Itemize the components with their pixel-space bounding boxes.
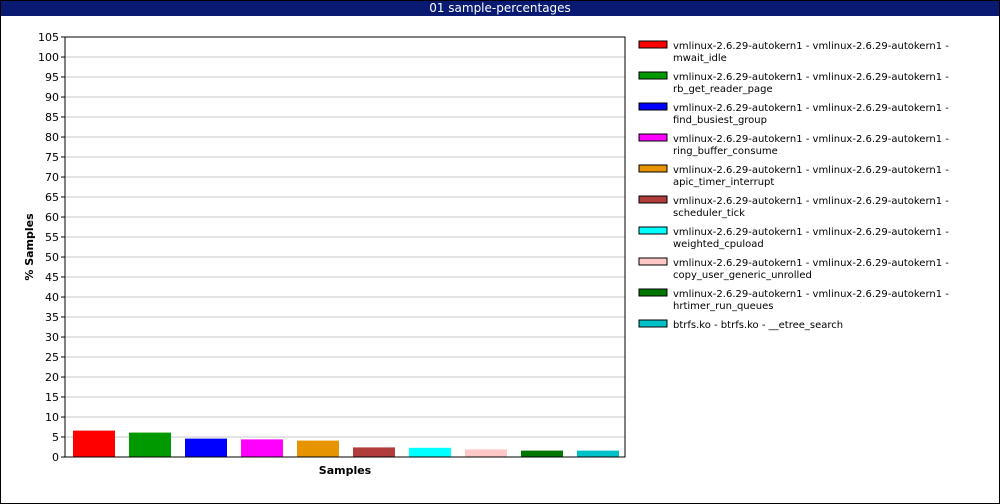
bar: vmlinux-2.6.29-autokern1 - vmlinux-2.6.2… xyxy=(353,447,395,457)
y-tick-label: 30 xyxy=(45,331,59,344)
legend-label: rb_get_reader_page xyxy=(673,84,773,95)
bar: vmlinux-2.6.29-autokern1 - vmlinux-2.6.2… xyxy=(297,440,339,457)
y-tick-label: 105 xyxy=(38,31,59,44)
y-tick-label: 20 xyxy=(45,371,59,384)
legend-swatch xyxy=(638,164,668,173)
legend-label: find_busiest_group xyxy=(673,115,767,126)
y-tick-label: 65 xyxy=(45,191,59,204)
y-tick-label: 50 xyxy=(45,251,59,264)
plot-area xyxy=(64,36,626,458)
chart-title: 01 sample-percentages xyxy=(1,1,999,16)
y-tick-label: 45 xyxy=(45,271,59,284)
y-tick-label: 5 xyxy=(52,431,59,444)
legend-swatch xyxy=(638,288,668,297)
y-tick-label: 35 xyxy=(45,311,59,324)
y-tick-label: 0 xyxy=(52,451,59,464)
legend-label: copy_user_generic_unrolled xyxy=(673,270,812,281)
x-axis-label: Samples xyxy=(319,464,372,477)
chart-window: 01 sample-percentages 0 5 10 15 20 25 30 35 40 45… xyxy=(0,0,1000,504)
y-axis-label: % Samples xyxy=(23,213,36,281)
legend-label: vmlinux-2.6.29-autokern1 - vmlinux-2.6.2… xyxy=(673,258,949,269)
y-tick-label: 100 xyxy=(38,51,59,64)
y-tick-label: 10 xyxy=(45,411,59,424)
y-axis-ticks: 0 5 10 15 20 25 30 35 40 45 50 55 60 65 70 75 80 85 90 95 10… xyxy=(38,31,65,464)
legend-swatch xyxy=(638,102,668,111)
legend-swatch xyxy=(638,195,668,204)
bar: vmlinux-2.6.29-autokern1 - vmlinux-2.6.2… xyxy=(241,439,283,457)
bar: vmlinux-2.6.29-autokern1 - vmlinux-2.6.2… xyxy=(73,430,115,457)
y-tick-label: 95 xyxy=(45,71,59,84)
legend-swatch xyxy=(638,257,668,266)
bar: btrfs.ko - btrfs.ko - __etree_search: 1.… xyxy=(577,450,619,457)
y-tick-label: 75 xyxy=(45,151,59,164)
legend-label: vmlinux-2.6.29-autokern1 - vmlinux-2.6.2… xyxy=(673,165,949,176)
legend-label: vmlinux-2.6.29-autokern1 - vmlinux-2.6.2… xyxy=(673,72,949,83)
y-tick-label: 15 xyxy=(45,391,59,404)
legend-label: vmlinux-2.6.29-autokern1 - vmlinux-2.6.2… xyxy=(673,41,949,52)
legend-label: vmlinux-2.6.29-autokern1 - vmlinux-2.6.2… xyxy=(673,227,949,238)
y-tick-label: 25 xyxy=(45,351,59,364)
legend-label: weighted_cpuload xyxy=(673,239,764,250)
legend-label: btrfs.ko - btrfs.ko - __etree_search xyxy=(673,320,843,331)
legend-label: scheduler_tick xyxy=(673,208,745,219)
legend-swatch xyxy=(638,226,668,235)
bar: vmlinux-2.6.29-autokern1 - vmlinux-2.6.2… xyxy=(465,449,507,457)
legend-label: vmlinux-2.6.29-autokern1 - vmlinux-2.6.2… xyxy=(673,196,949,207)
y-tick-label: 85 xyxy=(45,111,59,124)
bar: vmlinux-2.6.29-autokern1 - vmlinux-2.6.2… xyxy=(129,432,171,457)
y-tick-label: 40 xyxy=(45,291,59,304)
grid-lines xyxy=(65,56,625,438)
y-tick-label: 90 xyxy=(45,91,59,104)
y-tick-label: 70 xyxy=(45,171,59,184)
bar-chart: 0 5 10 15 20 25 30 35 40 45 50 55 60 65 70 75 80 85 90 95 10… xyxy=(23,31,949,477)
legend-label: hrtimer_run_queues xyxy=(673,301,773,312)
bar: vmlinux-2.6.29-autokern1 - vmlinux-2.6.2… xyxy=(409,447,451,457)
legend-label: vmlinux-2.6.29-autokern1 - vmlinux-2.6.2… xyxy=(673,289,949,300)
legend-swatch xyxy=(638,71,668,80)
y-tick-label: 60 xyxy=(45,211,59,224)
y-tick-label: 55 xyxy=(45,231,59,244)
legend-label: apic_timer_interrupt xyxy=(673,177,774,188)
bar: vmlinux-2.6.29-autokern1 - vmlinux-2.6.2… xyxy=(521,450,563,457)
bars: vmlinux-2.6.29-autokern1 - vmlinux-2.6.2… xyxy=(73,430,619,457)
legend: vmlinux-2.6.29-autokern1 - vmlinux-2.6.2… xyxy=(638,40,949,331)
legend-label: ring_buffer_consume xyxy=(673,146,778,157)
legend-swatch xyxy=(638,133,668,142)
legend-label: vmlinux-2.6.29-autokern1 - vmlinux-2.6.2… xyxy=(673,103,949,114)
legend-label: mwait_idle xyxy=(673,53,727,64)
y-tick-label: 80 xyxy=(45,131,59,144)
legend-swatch xyxy=(638,40,668,49)
bar: vmlinux-2.6.29-autokern1 - vmlinux-2.6.2… xyxy=(185,438,227,457)
legend-swatch xyxy=(638,319,668,328)
legend-label: vmlinux-2.6.29-autokern1 - vmlinux-2.6.2… xyxy=(673,134,949,145)
